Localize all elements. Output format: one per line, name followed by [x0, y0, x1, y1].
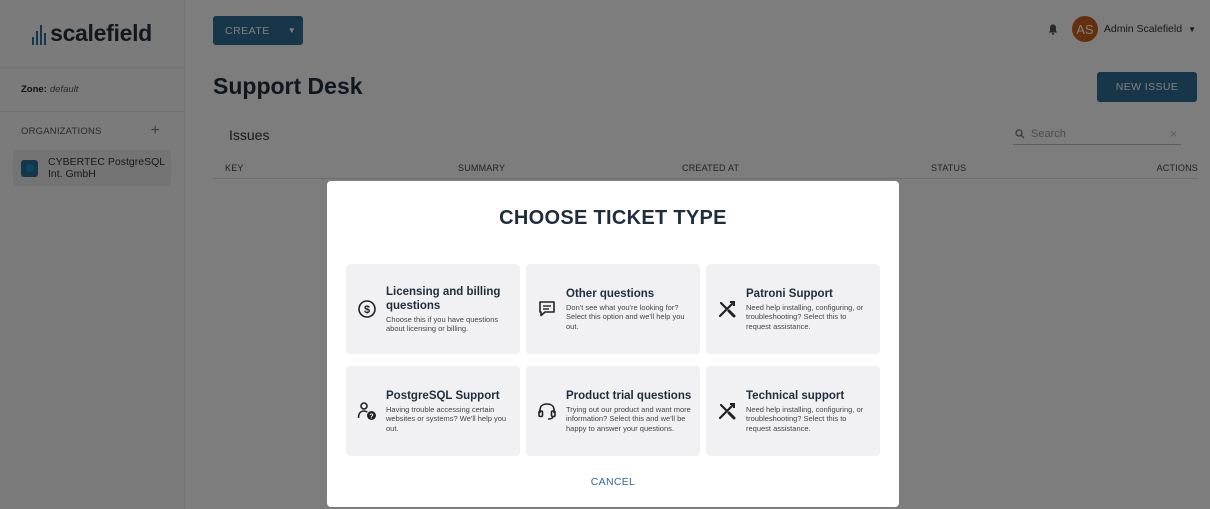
ticket-type-licensing-billing[interactable]: $ Licensing and billing questions Choose…	[346, 264, 520, 354]
card-description: Trying out our product and want more inf…	[566, 404, 691, 433]
ticket-type-patroni-support[interactable]: Patroni Support Need help installing, co…	[706, 264, 880, 354]
tools-icon	[716, 401, 738, 421]
cancel-button[interactable]: CANCEL	[327, 476, 899, 488]
choose-ticket-type-dialog: CHOOSE TICKET TYPE $ Licensing and billi…	[327, 181, 899, 507]
card-description: Need help installing, configuring, or tr…	[746, 302, 864, 331]
card-title: Product trial questions	[566, 389, 692, 402]
headset-icon	[536, 401, 558, 421]
card-description: Choose this if you have questions about …	[386, 314, 499, 334]
card-title: Licensing and billing questions	[386, 285, 501, 312]
card-title: PostgreSQL Support	[386, 389, 500, 402]
svg-text:?: ?	[369, 414, 373, 421]
card-description: Don't see what you're looking for? Selec…	[566, 302, 685, 331]
message-icon	[536, 300, 558, 318]
card-description: Having trouble accessing certain website…	[386, 404, 507, 433]
svg-text:$: $	[364, 304, 370, 316]
card-title: Other questions	[566, 287, 655, 300]
card-title: Technical support	[746, 389, 845, 402]
ticket-type-technical-support[interactable]: Technical support Need help installing, …	[706, 366, 880, 456]
tools-icon	[716, 299, 738, 319]
user-help-icon: ?	[356, 401, 378, 421]
ticket-type-product-trial[interactable]: Product trial questions Trying out our p…	[526, 366, 700, 456]
ticket-type-other-questions[interactable]: Other questions Don't see what you're lo…	[526, 264, 700, 354]
dollar-icon: $	[356, 299, 378, 319]
ticket-type-postgresql-support[interactable]: ? PostgreSQL Support Having trouble acce…	[346, 366, 520, 456]
card-description: Need help installing, configuring, or tr…	[746, 404, 864, 433]
card-title: Patroni Support	[746, 287, 833, 300]
dialog-title: CHOOSE TICKET TYPE	[499, 207, 727, 229]
